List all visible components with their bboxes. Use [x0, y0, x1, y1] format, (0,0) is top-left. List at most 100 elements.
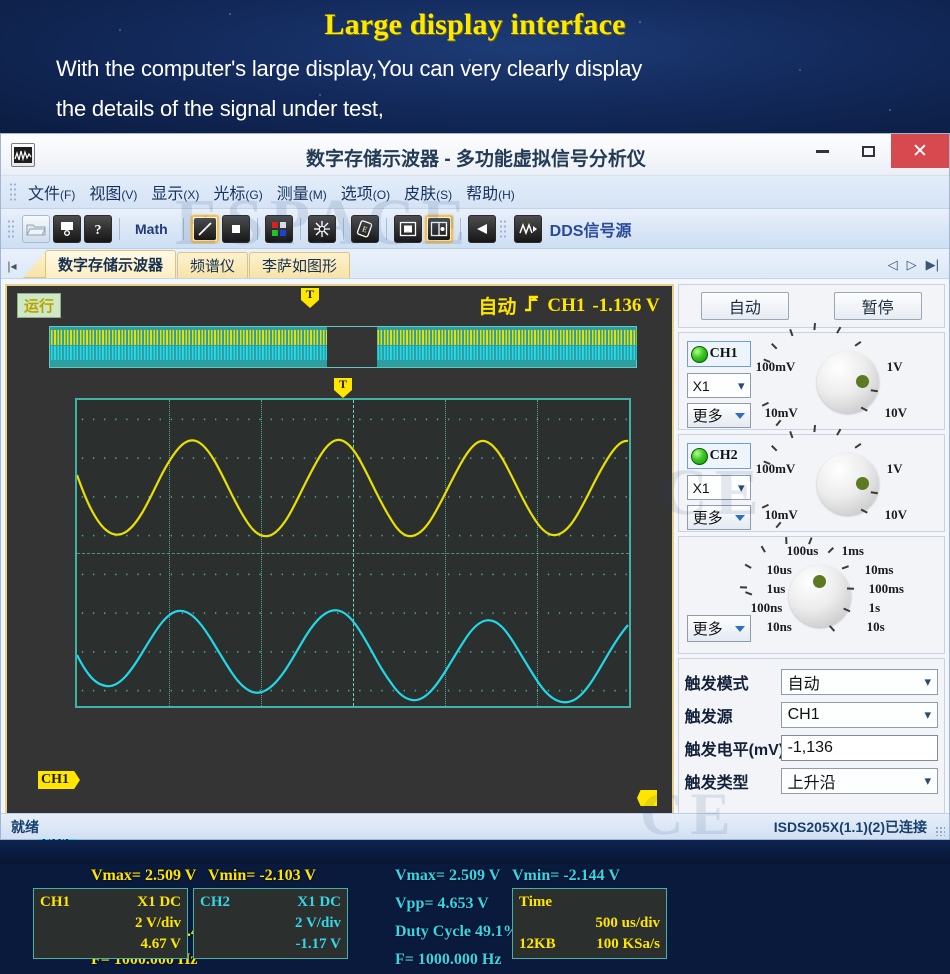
trigger-level-marker[interactable] — [637, 790, 657, 806]
ch2-led-icon — [691, 448, 708, 465]
fullscreen-icon[interactable] — [394, 215, 422, 243]
waveform-overview-strip[interactable] — [49, 326, 637, 368]
toolbar-separator — [343, 218, 344, 240]
dds-label[interactable]: DDS信号源 — [545, 217, 632, 241]
ch2-knob-indicator — [856, 477, 869, 490]
ch1-info-probe: X1 DC — [137, 892, 181, 913]
first-tab-icon[interactable]: |◂ — [1, 259, 23, 278]
toolbar: ? Math — [1, 209, 949, 249]
menu-item-display[interactable]: 显示(X) — [144, 177, 206, 207]
toolbar-grip-2[interactable] — [499, 219, 507, 239]
promo-line-1: With the computer's large display,You ca… — [56, 56, 642, 82]
ch1-enable-checkbox[interactable]: CH1 — [687, 341, 751, 367]
ch2-info-box[interactable]: CH2 X1 DC 2 V/div -1.17 V — [193, 888, 348, 959]
knob-tick — [771, 343, 777, 349]
menu-mnemonic: (G) — [245, 188, 262, 202]
split-view-icon[interactable] — [425, 215, 453, 243]
trigger-level-input[interactable]: -1,136 — [781, 735, 938, 761]
ch1-position-marker[interactable]: CH1 — [38, 771, 80, 789]
toolbar-separator — [119, 218, 120, 240]
ch2-info-row-2: 2 V/div — [200, 913, 341, 934]
tab-oscilloscope[interactable]: 数字存储示波器 — [45, 250, 176, 278]
tab-lissajous[interactable]: 李萨如图形 — [249, 252, 350, 278]
trigger-position-marker-grid[interactable]: T — [334, 378, 352, 398]
auto-button[interactable]: 自动 — [701, 292, 789, 320]
menu-item-skin[interactable]: 皮肤(S) — [397, 177, 459, 207]
menu-item-file[interactable]: 文件(F) — [21, 177, 82, 207]
trigger-mode-text: 自动 — [478, 292, 516, 319]
menu-label: 文件 — [28, 186, 60, 203]
trigger-type-select[interactable]: 上升沿 ▾ — [781, 768, 938, 794]
trigger-source-row: 触发源 CH1 ▾ — [685, 698, 938, 731]
timebase-knob-indicator — [813, 575, 826, 588]
toolbar-grip[interactable] — [7, 219, 15, 239]
timebase-more-label: 更多 — [693, 618, 723, 639]
caret-down-icon — [735, 413, 745, 419]
run-status-badge[interactable]: 运行 — [17, 293, 61, 318]
save-file-icon[interactable] — [53, 215, 81, 243]
close-button[interactable]: ✕ — [891, 134, 949, 168]
t-label: T — [306, 288, 314, 300]
ch2-probe-value: X1 — [693, 480, 710, 496]
dot-style-icon[interactable] — [222, 215, 250, 243]
ch2-probe-select[interactable]: X1 ▾ — [687, 475, 751, 500]
tab-last-icon[interactable]: ▶| — [926, 257, 939, 273]
ch1-info-box[interactable]: CH1 X1 DC 2 V/div 4.67 V — [33, 888, 188, 959]
pause-button[interactable]: 暂停 — [834, 292, 922, 320]
tab-spectrum-analyzer[interactable]: 频谱仪 — [177, 252, 248, 278]
dds-signal-icon[interactable] — [514, 215, 542, 243]
overview-viewport-window[interactable] — [327, 327, 377, 367]
menu-item-help[interactable]: 帮助(H) — [459, 177, 522, 207]
ch1-info-row-2: 2 V/div — [40, 913, 181, 934]
ch2-vmin: Vmin= -2.144 V — [512, 867, 620, 884]
line-style-icon[interactable] — [191, 215, 219, 243]
ch1-vmax-vmin: Vmax= 2.509 V Vmin= -2.103 V — [91, 862, 316, 890]
menu-item-cursor[interactable]: 光标(G) — [206, 177, 269, 207]
tab-label: 李萨如图形 — [262, 255, 337, 276]
menu-grip[interactable] — [9, 182, 17, 202]
main-content: 运行 自动 CH1 -1.136 V — [1, 279, 949, 839]
menu-item-view[interactable]: 视图(V) — [82, 177, 144, 207]
menu-item-options[interactable]: 选项(O) — [334, 177, 397, 207]
time-info-timediv: 500 us/div — [595, 913, 660, 934]
tab-prev-icon[interactable]: ◁ — [888, 257, 898, 273]
ch2-voltage-knob[interactable] — [817, 453, 879, 515]
ch1-voltage-knob[interactable] — [817, 351, 879, 413]
ch2-more-button[interactable]: 更多 — [687, 505, 751, 530]
ch1-checkbox-label: CH1 — [710, 346, 738, 362]
ch1-vmin: Vmin= -2.103 V — [208, 867, 316, 884]
menu-mnemonic: (X) — [183, 188, 199, 202]
trigger-level-row: 触发电平(mV) -1,136 — [685, 731, 938, 764]
knob-tick — [860, 407, 867, 412]
svg-text:?: ? — [95, 223, 102, 237]
time-info-box[interactable]: Time 500 us/div 12KB 100 KSa/s — [512, 888, 667, 959]
open-file-icon[interactable] — [22, 215, 50, 243]
toolbar-separator — [183, 218, 184, 240]
filter-icon[interactable]: E — [351, 215, 379, 243]
ch1-probe-select[interactable]: X1 ▾ — [687, 373, 751, 398]
menu-mnemonic: (V) — [121, 188, 137, 202]
trigger-source-select[interactable]: CH1 ▾ — [781, 702, 938, 728]
timebase-label-10ms: 10ms — [865, 562, 894, 578]
minimize-button[interactable] — [799, 134, 845, 168]
persistence-icon[interactable] — [308, 215, 336, 243]
ch1-more-button[interactable]: 更多 — [687, 403, 751, 428]
ch2-enable-checkbox[interactable]: CH2 — [687, 443, 751, 469]
tab-next-icon[interactable]: ▷ — [907, 257, 917, 273]
resize-grip-icon[interactable] — [935, 826, 945, 836]
time-info-buffer: 12KB — [519, 934, 556, 955]
pointer-icon[interactable] — [468, 215, 496, 243]
menu-item-measure[interactable]: 测量(M) — [270, 177, 334, 207]
help-icon[interactable]: ? — [84, 215, 112, 243]
scope-display[interactable]: 运行 自动 CH1 -1.136 V — [5, 284, 674, 829]
ch1-info-spacer-2 — [40, 934, 76, 955]
timebase-knob[interactable] — [789, 565, 851, 627]
trigger-mode-select[interactable]: 自动 ▾ — [781, 669, 938, 695]
color-palette-icon[interactable] — [265, 215, 293, 243]
maximize-button[interactable] — [845, 134, 891, 168]
waveform-graticule[interactable] — [75, 398, 631, 708]
ch1-probe-value: X1 — [693, 378, 710, 394]
ch2-knob-label-10mv: 10mV — [765, 507, 798, 523]
timebase-more-button[interactable]: 更多 — [687, 615, 751, 642]
math-icon[interactable]: Math — [127, 221, 176, 237]
